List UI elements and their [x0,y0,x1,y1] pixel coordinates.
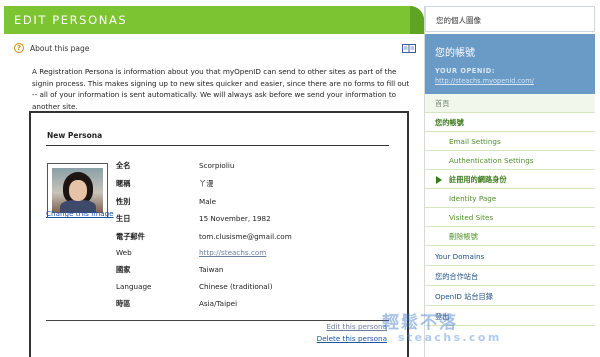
sidebar-item-email-settings[interactable]: Email Settings [425,132,595,151]
account-panel: 您的帳號 YOUR OPENID: http://steachs.myopeni… [425,34,595,94]
header-stripe [410,6,424,34]
main-content: EDIT PERSONAS ? About this page A Regist… [4,6,424,357]
sidebar-item-home[interactable]: 首頁 [425,94,595,113]
sidebar: 您的個人圖像 您的帳號 YOUR OPENID: http://steachs.… [424,6,595,357]
field-label-country: 國家 [116,265,131,274]
sidebar-item-identity-page[interactable]: Identity Page [425,189,595,208]
field-label-timezone: 時區 [116,299,131,308]
sidebar-item-auth-settings[interactable]: Authentication Settings [425,151,595,170]
watermark-line2: steachs.com [398,331,502,344]
sidebar-item-label: Authentication Settings [449,156,534,165]
about-row: ? About this page [14,43,416,55]
watermark-line1: 輕鬆不落 [382,313,458,333]
field-value-fullname: Scorpioliu [199,161,235,170]
book-icon[interactable] [402,44,416,53]
help-icon: ? [14,43,24,53]
edit-persona-link[interactable]: Edit this persona [326,322,387,331]
sidebar-item-label: Visited Sites [449,213,494,222]
intro-text: A Registration Persona is information ab… [32,67,410,111]
field-value-birthday: 15 November, 1982 [199,214,271,223]
field-label-email: 電子郵件 [116,232,145,241]
sidebar-item-openid-directory[interactable]: OpenID 站台目錄 [425,287,595,306]
sidebar-item-your-account[interactable]: 您的帳號 [425,113,595,132]
arrow-right-icon [436,176,442,184]
persona-title: New Persona [47,131,103,140]
about-link[interactable]: About this page [30,44,89,53]
sidebar-item-your-domains[interactable]: Your Domains [425,247,595,266]
field-label-web: Web [116,248,132,257]
page-header: EDIT PERSONAS [4,6,424,34]
field-value-web-link[interactable]: http://steachs.com [199,248,266,257]
page-title: EDIT PERSONAS [14,13,128,27]
field-label-fullname: 全名 [116,161,131,170]
delete-persona-link[interactable]: Delete this persona [317,334,387,343]
openid-url-link[interactable]: http://steachs.myopenid.com/ [435,77,534,85]
sidebar-item-label: 首頁 [435,99,450,108]
sidebar-item-partner-sites[interactable]: 您的合作站台 [425,267,595,286]
field-value-language: Chinese (traditional) [199,282,273,291]
field-label-nickname: 暱稱 [116,179,131,188]
sidebar-item-registration-personas[interactable]: 註冊用的網路身份 [425,170,595,189]
field-value-timezone: Asia/Taipei [199,299,238,308]
sidebar-item-label: OpenID 站台目錄 [435,292,493,301]
avatar-label: 您的個人圖像 [436,16,481,25]
sidebar-item-label: 您的帳號 [435,118,464,127]
avatar-photo [52,168,103,213]
sidebar-item-visited-sites[interactable]: Visited Sites [425,208,595,227]
account-title: 您的帳號 [435,48,475,59]
sidebar-item-delete-account[interactable]: 刪除帳號 [425,227,595,246]
openid-label: YOUR OPENID: [435,67,495,75]
change-image-link[interactable]: Change this image [46,209,114,218]
sidebar-item-label: 刪除帳號 [449,232,478,241]
sidebar-item-label: 您的合作站台 [435,272,479,281]
sidebar-avatar-row[interactable]: 您的個人圖像 [425,6,595,32]
field-value-nickname: 丫漫 [199,179,214,188]
sidebar-item-label: Identity Page [449,194,497,203]
field-label-gender: 性別 [116,197,131,206]
watermark: 輕鬆不落 steachs.com [382,308,499,344]
sidebar-item-label: Your Domains [435,252,485,261]
field-value-country: Taiwan [199,265,224,274]
sidebar-item-label: Email Settings [449,137,501,146]
field-value-email: tom.clusisme@gmail.com [199,232,292,241]
field-label-language: Language [116,282,152,291]
sidebar-item-label: 註冊用的網路身份 [449,175,507,184]
divider [46,320,389,321]
field-value-gender: Male [199,197,217,206]
divider [46,145,389,146]
persona-card: New Persona Change this image 全名 Scorpio… [29,111,409,357]
field-label-birthday: 生日 [116,214,131,223]
